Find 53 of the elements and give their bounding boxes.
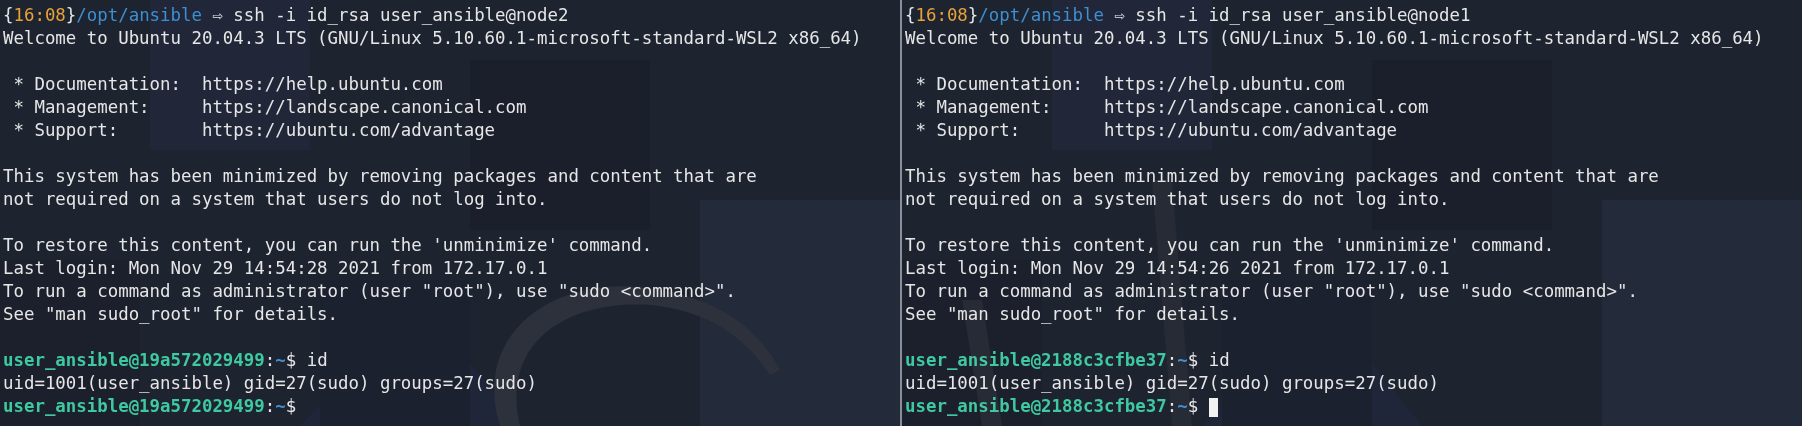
output-text: To restore this content, you can run the 'unminimize' command. <box>905 235 1555 255</box>
output-text: See "man sudo_root" for details. <box>3 304 339 324</box>
output-text: To run a command as administrator (user "root"), use "sudo <command>". <box>3 281 736 301</box>
output-text: Last login: Mon Nov 29 14:54:26 2021 from 172.17.0.1 <box>905 258 1450 278</box>
prompt-brace: { <box>3 5 14 25</box>
prompt-dir: ~ <box>275 350 286 370</box>
output-text: not required on a system that users do not log into. <box>905 189 1450 209</box>
output-text: To run a command as administrator (user "root"), use "sudo <command>". <box>905 281 1638 301</box>
prompt-arrow: ⇨ <box>1114 5 1125 25</box>
prompt-time: 16:08 <box>13 5 66 25</box>
output-text: * Management: https://landscape.canonical.com <box>914 97 1429 117</box>
prompt-path: /opt/ansible <box>76 5 202 25</box>
prompt-brace: } <box>65 5 77 25</box>
output-text: Welcome to Ubuntu 20.04.3 LTS (GNU/Linux 5.10.60.1-microsoft-standard-WSL2 x86_64) <box>3 28 862 48</box>
prompt-sigil: $ <box>1187 350 1199 370</box>
prompt-arrow: ⇨ <box>212 5 223 25</box>
prompt-sigil: $ <box>285 350 297 370</box>
prompt-separator: : <box>264 396 276 416</box>
output-text: * Support: https://ubuntu.com/advantage <box>12 120 496 140</box>
prompt-user-host: user_ansible@2188c3cfbe37 <box>905 396 1167 416</box>
output-text: Last login: Mon Nov 29 14:54:28 2021 from 172.17.0.1 <box>3 258 548 278</box>
output-text: * Management: https://landscape.canonical.com <box>12 97 527 117</box>
prompt-separator: : <box>1166 350 1178 370</box>
prompt-dir: ~ <box>1177 396 1188 416</box>
command-text: id <box>306 350 328 370</box>
prompt-user-host: user_ansible@2188c3cfbe37 <box>905 350 1167 370</box>
prompt-user-host: user_ansible@19a572029499 <box>3 350 265 370</box>
output-text: To restore this content, you can run the 'unminimize' command. <box>3 235 653 255</box>
prompt-user-host: user_ansible@19a572029499 <box>3 396 265 416</box>
prompt-sigil: $ <box>1187 396 1199 416</box>
output-text: * Documentation: https://help.ubuntu.com <box>12 74 443 94</box>
prompt-separator: : <box>264 350 276 370</box>
output-text: not required on a system that users do not log into. <box>3 189 548 209</box>
output-text: * Support: https://ubuntu.com/advantage <box>914 120 1398 140</box>
output-text: * Documentation: https://help.ubuntu.com <box>914 74 1345 94</box>
output-text: This system has been minimized by removing packages and content that are <box>3 166 757 186</box>
prompt-brace: { <box>905 5 916 25</box>
output-text: uid=1001(user_ansible) gid=27(sudo) groups=27(sudo) <box>905 373 1439 393</box>
prompt-separator: : <box>1166 396 1178 416</box>
output-text: uid=1001(user_ansible) gid=27(sudo) groups=27(sudo) <box>3 373 537 393</box>
output-text: This system has been minimized by removing packages and content that are <box>905 166 1659 186</box>
prompt-path: /opt/ansible <box>978 5 1104 25</box>
command-text: id <box>1208 350 1230 370</box>
output-text: Welcome to Ubuntu 20.04.3 LTS (GNU/Linux 5.10.60.1-microsoft-standard-WSL2 x86_64) <box>905 28 1764 48</box>
command-text: ssh -i id_rsa user_ansible@node1 <box>1135 5 1471 25</box>
prompt-sigil: $ <box>285 396 297 416</box>
prompt-brace: } <box>967 5 979 25</box>
cursor <box>1208 397 1218 417</box>
output-text: See "man sudo_root" for details. <box>905 304 1241 324</box>
prompt-time: 16:08 <box>915 5 968 25</box>
command-text: ssh -i id_rsa user_ansible@node2 <box>233 5 569 25</box>
prompt-dir: ~ <box>275 396 286 416</box>
prompt-dir: ~ <box>1177 350 1188 370</box>
